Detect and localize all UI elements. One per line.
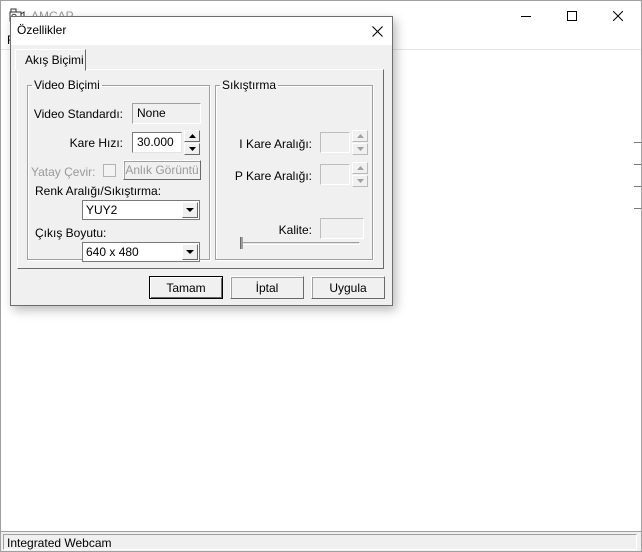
output-size-select[interactable]: 640 x 480 bbox=[82, 242, 200, 262]
cancel-button[interactable]: İptal bbox=[230, 276, 304, 299]
video-format-group: Video Biçimi Video Standardı: None Kare … bbox=[27, 78, 210, 262]
tab-stream-format[interactable]: Akış Biçimi bbox=[15, 49, 86, 71]
p-frame-interval-input[interactable] bbox=[320, 164, 350, 185]
status-bar: Integrated Webcam bbox=[1, 531, 641, 551]
i-frame-interval-input[interactable] bbox=[320, 132, 350, 153]
minimize-button[interactable] bbox=[503, 1, 549, 31]
apply-button[interactable]: Uygula bbox=[311, 276, 385, 299]
tab-panel: Video Biçimi Video Standardı: None Kare … bbox=[17, 69, 384, 269]
compression-legend: Sıkıştırma bbox=[222, 78, 277, 92]
quality-slider-track bbox=[240, 242, 360, 245]
edge-marks bbox=[631, 121, 641, 231]
properties-dialog: Özellikler Akış Biçimi Video Biçimi Vide… bbox=[10, 16, 393, 306]
chevron-down-icon[interactable] bbox=[182, 244, 198, 260]
arrow-up-icon bbox=[356, 166, 364, 170]
frame-rate-input[interactable]: 30.000 bbox=[132, 132, 182, 153]
frame-rate-down-button[interactable] bbox=[184, 143, 200, 155]
arrow-up-icon bbox=[356, 134, 364, 138]
video-standard-label: Video Standardı: bbox=[33, 107, 123, 121]
output-size-value: 640 x 480 bbox=[86, 245, 139, 259]
quality-input[interactable] bbox=[320, 218, 364, 239]
arrow-down-icon bbox=[188, 147, 196, 151]
frame-rate-up-button[interactable] bbox=[184, 130, 200, 142]
arrow-down-icon bbox=[356, 147, 364, 151]
flip-horizontal-label: Yatay Çevir: bbox=[31, 165, 96, 179]
ok-button[interactable]: Tamam bbox=[149, 276, 223, 299]
maximize-icon bbox=[567, 11, 577, 21]
quality-label: Kalite: bbox=[278, 223, 312, 237]
flip-horizontal-checkbox[interactable] bbox=[103, 164, 116, 177]
p-frame-down-button[interactable] bbox=[352, 175, 368, 187]
color-space-label: Renk Aralığı/Sıkıştırma: bbox=[35, 184, 162, 198]
frame-rate-label: Kare Hızı: bbox=[69, 136, 123, 150]
dialog-title-bar[interactable]: Özellikler bbox=[11, 17, 392, 45]
snapshot-button[interactable]: Anlık Görüntü bbox=[123, 160, 201, 180]
p-frame-up-button[interactable] bbox=[352, 162, 368, 174]
arrow-down-icon bbox=[356, 179, 364, 183]
maximize-button[interactable] bbox=[549, 1, 595, 31]
arrow-up-icon bbox=[188, 134, 196, 138]
status-text: Integrated Webcam bbox=[3, 534, 637, 550]
frame-rate-spinner bbox=[184, 130, 200, 155]
color-space-select[interactable]: YUY2 bbox=[82, 200, 200, 220]
dialog-close-button[interactable] bbox=[365, 19, 389, 43]
output-size-label: Çıkış Boyutu: bbox=[35, 226, 107, 240]
dialog-title: Özellikler bbox=[17, 23, 67, 37]
compression-group: Sıkıştırma I Kare Aralığı: P Kare Aralığ… bbox=[215, 78, 373, 260]
p-frame-spinner bbox=[352, 162, 368, 187]
close-button[interactable] bbox=[595, 1, 641, 31]
i-frame-up-button[interactable] bbox=[352, 130, 368, 142]
video-standard-field: None bbox=[132, 103, 201, 124]
color-space-value: YUY2 bbox=[86, 203, 118, 217]
video-format-legend: Video Biçimi bbox=[34, 78, 100, 92]
i-frame-interval-label: I Kare Aralığı: bbox=[239, 137, 312, 151]
minimize-icon bbox=[521, 16, 531, 17]
i-frame-spinner bbox=[352, 130, 368, 155]
p-frame-interval-label: P Kare Aralığı: bbox=[234, 169, 312, 183]
close-icon bbox=[371, 25, 383, 37]
i-frame-down-button[interactable] bbox=[352, 143, 368, 155]
quality-slider-thumb[interactable] bbox=[240, 237, 243, 249]
close-icon bbox=[613, 11, 623, 21]
chevron-down-icon[interactable] bbox=[182, 202, 198, 218]
quality-slider[interactable] bbox=[240, 237, 360, 250]
